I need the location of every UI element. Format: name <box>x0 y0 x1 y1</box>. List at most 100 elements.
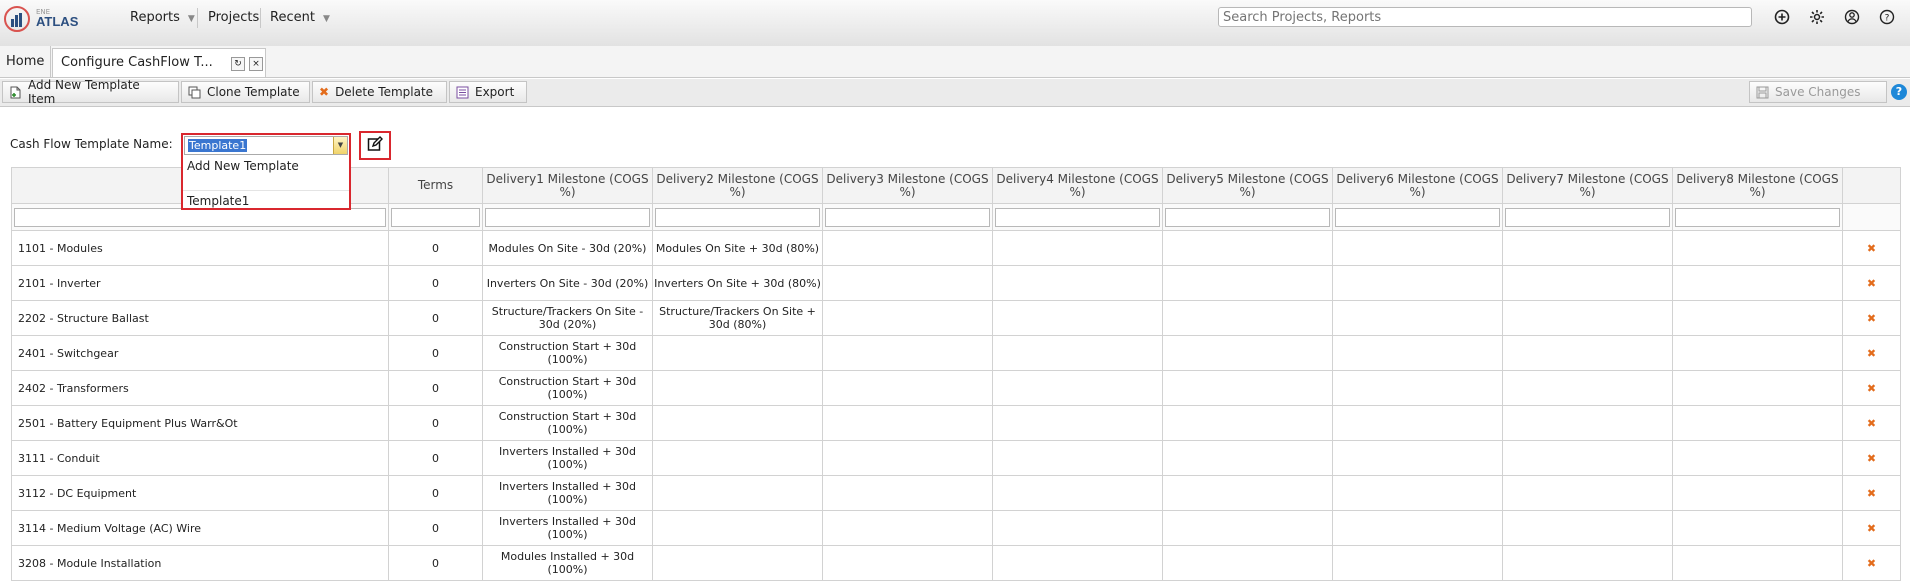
cell-delivery4[interactable] <box>992 230 1163 266</box>
cell-delivery8[interactable] <box>1672 510 1843 546</box>
cell-terms[interactable]: 0 <box>388 475 483 511</box>
table-row[interactable]: 1101 - Modules 0 Modules On Site - 30d (… <box>11 230 1901 266</box>
delete-row-icon[interactable]: ✖ <box>1842 370 1901 406</box>
tab-configure-cashflow[interactable]: Configure CashFlow T... ↻ × <box>52 48 266 77</box>
cell-delivery3[interactable] <box>822 265 993 301</box>
cell-delivery5[interactable] <box>1162 335 1333 371</box>
delete-row-icon[interactable]: ✖ <box>1842 230 1901 266</box>
cell-item[interactable]: 2402 - Transformers <box>11 370 389 406</box>
cell-delivery5[interactable] <box>1162 545 1333 581</box>
delete-row-icon[interactable]: ✖ <box>1842 335 1901 371</box>
cell-delivery3[interactable] <box>822 440 993 476</box>
cell-delivery1[interactable]: Inverters Installed + 30d (100%) <box>482 510 653 546</box>
cell-delivery6[interactable] <box>1332 335 1503 371</box>
cell-delivery3[interactable] <box>822 510 993 546</box>
cell-delivery2[interactable]: Modules On Site + 30d (80%) <box>652 230 823 266</box>
user-icon[interactable] <box>1842 7 1862 27</box>
cell-delivery5[interactable] <box>1162 405 1333 441</box>
dropdown-option-template1[interactable]: Template1 <box>187 194 249 208</box>
clone-template-button[interactable]: Clone Template <box>181 81 310 103</box>
delete-row-icon[interactable]: ✖ <box>1842 510 1901 546</box>
filter-input-delivery1[interactable] <box>485 207 650 227</box>
cell-terms[interactable]: 0 <box>388 265 483 301</box>
cell-delivery2[interactable] <box>652 510 823 546</box>
cell-delivery2[interactable] <box>652 335 823 371</box>
cell-delivery1[interactable]: Construction Start + 30d (100%) <box>482 335 653 371</box>
cell-item[interactable]: 2401 - Switchgear <box>11 335 389 371</box>
cell-delivery7[interactable] <box>1502 440 1673 476</box>
cell-item[interactable]: 2101 - Inverter <box>11 265 389 301</box>
column-header-delivery3[interactable]: Delivery3 Milestone (COGS %) <box>822 167 993 204</box>
cell-item[interactable]: 3112 - DC Equipment <box>11 475 389 511</box>
cell-delivery4[interactable] <box>992 265 1163 301</box>
table-row[interactable]: 2202 - Structure Ballast 0 Structure/Tra… <box>11 300 1901 336</box>
filter-input-delivery2[interactable] <box>655 207 820 227</box>
cell-delivery3[interactable] <box>822 475 993 511</box>
table-row[interactable]: 3112 - DC Equipment 0 Inverters Installe… <box>11 475 1901 511</box>
cell-delivery3[interactable] <box>822 300 993 336</box>
cell-delivery5[interactable] <box>1162 300 1333 336</box>
cell-delivery3[interactable] <box>822 370 993 406</box>
cell-terms[interactable]: 0 <box>388 405 483 441</box>
delete-template-button[interactable]: ✖ Delete Template <box>312 81 447 103</box>
cell-delivery4[interactable] <box>992 440 1163 476</box>
table-row[interactable]: 3114 - Medium Voltage (AC) Wire 0 Invert… <box>11 510 1901 546</box>
filter-input-delivery8[interactable] <box>1675 207 1840 227</box>
add-circle-icon[interactable] <box>1772 7 1792 27</box>
delete-row-icon[interactable]: ✖ <box>1842 545 1901 581</box>
table-row[interactable]: 2101 - Inverter 0 Inverters On Site - 30… <box>11 265 1901 301</box>
cell-delivery8[interactable] <box>1672 370 1843 406</box>
cell-delivery3[interactable] <box>822 230 993 266</box>
cell-delivery8[interactable] <box>1672 440 1843 476</box>
nav-reports[interactable]: Reports ▼ <box>130 10 195 25</box>
filter-input-delivery7[interactable] <box>1505 207 1670 227</box>
cell-delivery8[interactable] <box>1672 475 1843 511</box>
cell-delivery3[interactable] <box>822 545 993 581</box>
delete-row-icon[interactable]: ✖ <box>1842 265 1901 301</box>
cell-item[interactable]: 3114 - Medium Voltage (AC) Wire <box>11 510 389 546</box>
cell-delivery7[interactable] <box>1502 475 1673 511</box>
cell-delivery6[interactable] <box>1332 475 1503 511</box>
cell-delivery8[interactable] <box>1672 335 1843 371</box>
cell-terms[interactable]: 0 <box>388 300 483 336</box>
add-template-item-button[interactable]: Add New Template Item <box>2 78 179 106</box>
cell-delivery6[interactable] <box>1332 440 1503 476</box>
help-icon[interactable]: ? <box>1891 84 1907 100</box>
table-row[interactable]: 2501 - Battery Equipment Plus Warr&Ot 0 … <box>11 405 1901 441</box>
cell-item[interactable]: 2501 - Battery Equipment Plus Warr&Ot <box>11 405 389 441</box>
cell-delivery7[interactable] <box>1502 335 1673 371</box>
gear-icon[interactable] <box>1807 7 1827 27</box>
column-header-delivery6[interactable]: Delivery6 Milestone (COGS %) <box>1332 167 1503 204</box>
cell-item[interactable]: 1101 - Modules <box>11 230 389 266</box>
cell-delivery7[interactable] <box>1502 300 1673 336</box>
atlas-logo[interactable]: ENE ATLAS <box>4 4 84 38</box>
chevron-down-icon[interactable]: ▼ <box>333 137 347 154</box>
cell-terms[interactable]: 0 <box>388 440 483 476</box>
export-button[interactable]: Export <box>449 81 527 103</box>
cell-delivery8[interactable] <box>1672 405 1843 441</box>
column-header-delivery8[interactable]: Delivery8 Milestone (COGS %) <box>1672 167 1843 204</box>
filter-input-item[interactable] <box>14 207 386 227</box>
column-header-delivery7[interactable]: Delivery7 Milestone (COGS %) <box>1502 167 1673 204</box>
template-name-combobox[interactable]: Template1 ▼ <box>184 136 348 155</box>
cell-delivery4[interactable] <box>992 300 1163 336</box>
edit-template-name-button[interactable] <box>359 131 391 160</box>
cell-item[interactable]: 2202 - Structure Ballast <box>11 300 389 336</box>
table-row[interactable]: 2401 - Switchgear 0 Construction Start +… <box>11 335 1901 371</box>
column-header-terms[interactable]: Terms <box>388 167 483 204</box>
cell-delivery1[interactable]: Construction Start + 30d (100%) <box>482 370 653 406</box>
cell-delivery1[interactable]: Inverters Installed + 30d (100%) <box>482 440 653 476</box>
table-row[interactable]: 2402 - Transformers 0 Construction Start… <box>11 370 1901 406</box>
filter-input-delivery6[interactable] <box>1335 207 1500 227</box>
cell-delivery2[interactable] <box>652 405 823 441</box>
cell-terms[interactable]: 0 <box>388 230 483 266</box>
cell-delivery4[interactable] <box>992 405 1163 441</box>
cell-delivery2[interactable] <box>652 545 823 581</box>
cell-delivery2[interactable] <box>652 440 823 476</box>
cell-delivery7[interactable] <box>1502 545 1673 581</box>
cell-delivery6[interactable] <box>1332 510 1503 546</box>
cell-terms[interactable]: 0 <box>388 335 483 371</box>
cell-delivery7[interactable] <box>1502 405 1673 441</box>
column-header-delivery2[interactable]: Delivery2 Milestone (COGS %) <box>652 167 823 204</box>
delete-row-icon[interactable]: ✖ <box>1842 440 1901 476</box>
